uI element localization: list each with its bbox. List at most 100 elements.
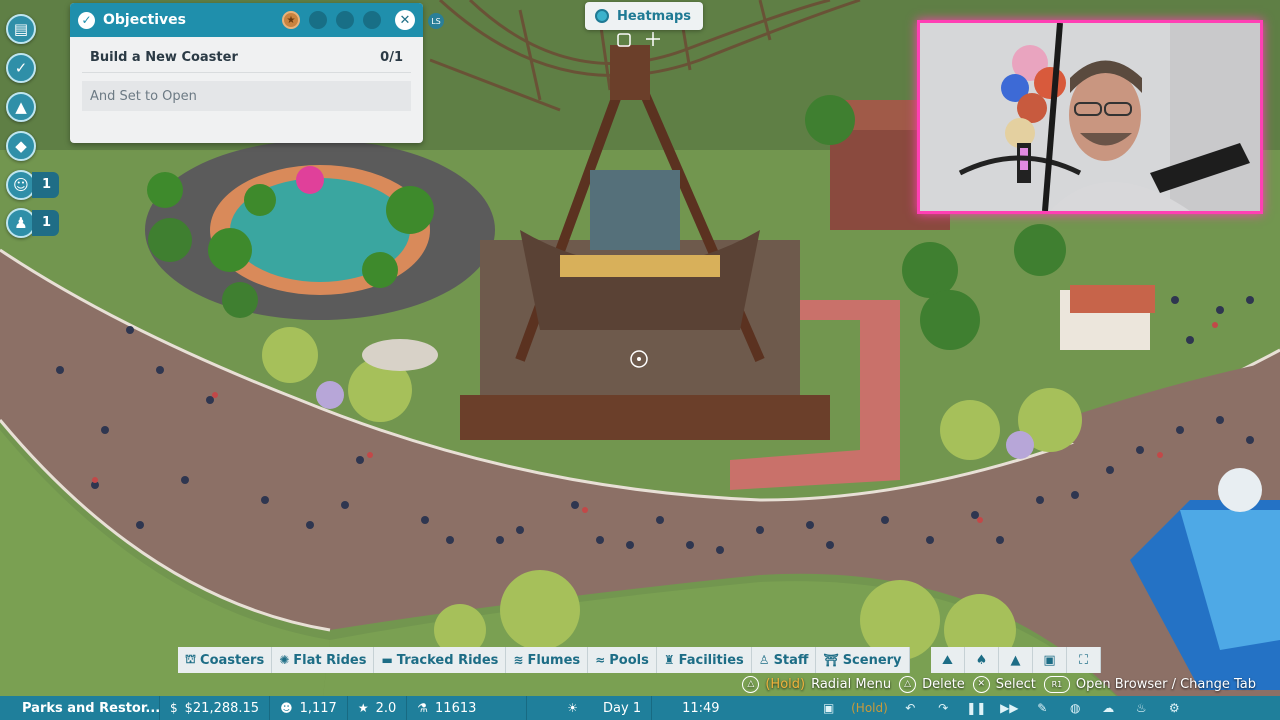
checkmark-icon: ✓: [14, 59, 28, 77]
star-icon: ★: [357, 701, 369, 715]
clipboard-icon: ▤: [13, 20, 29, 38]
objective-goal: Build a New Coaster: [90, 50, 238, 65]
camera-mode-icon[interactable]: ▣: [812, 696, 845, 720]
tab-label: Coasters: [200, 652, 265, 668]
scenario-button[interactable]: ▲: [6, 92, 36, 122]
r1-button-icon: R1: [1043, 675, 1070, 693]
coins-icon: $: [170, 701, 178, 715]
heatmap-icon: [595, 9, 609, 23]
mountain-icon: ▲: [1010, 652, 1021, 668]
heatmaps-label: Heatmaps: [617, 8, 692, 24]
time-controls: ▣ (Hold) ↶ ↷ ❚❚ ▶▶ ✎ ◍ ☁ ♨ ⚙: [812, 696, 1191, 720]
research-display[interactable]: ⚗ 11613: [407, 696, 528, 720]
pool-icon: ≈: [595, 653, 606, 667]
park-name[interactable]: Parks and Restor...: [0, 696, 160, 720]
left-toolbar: ▤ ✓ ▲ ◆ ☺ 1 ♟ 1: [6, 14, 66, 246]
tab-tracked-rides[interactable]: ▬ Tracked Rides: [374, 647, 507, 673]
flask-icon: ⚗: [417, 701, 429, 715]
hint-open-browser: R1 Open Browser / Change Tab: [1043, 675, 1256, 693]
pause-button[interactable]: ❚❚: [960, 696, 993, 720]
tab-pools[interactable]: ≈ Pools: [588, 647, 657, 673]
blueprint-tool-button[interactable]: ▣: [1033, 647, 1067, 673]
flume-icon: ≋: [513, 653, 524, 667]
guest-count-display[interactable]: ☻ 1,117: [270, 696, 348, 720]
guest-face-icon: ☺: [13, 176, 29, 194]
settings-icon[interactable]: ⚙: [1158, 696, 1191, 720]
tab-staff[interactable]: ♙ Staff: [751, 647, 817, 673]
triangle-button-icon: △: [742, 675, 760, 693]
guests-icon: ☻: [280, 701, 293, 715]
flat-ride-icon: ✺: [279, 653, 290, 667]
hold-label: (Hold): [765, 676, 806, 692]
close-button[interactable]: ✕: [395, 10, 415, 30]
thermometer-icon[interactable]: ♨: [1125, 696, 1158, 720]
facilities-icon: ♜: [663, 653, 675, 667]
money-display[interactable]: $ $21,288.15: [160, 696, 271, 720]
build-category-bar: ⛫ Coasters ✺ Flat Rides ▬ Tracked Rides …: [178, 647, 910, 673]
terrain-icon: ⛰: [942, 652, 953, 668]
park-rating-display[interactable]: ★ 2.0: [348, 696, 408, 720]
tab-label: Facilities: [678, 652, 744, 668]
date-display: ☀ Day 1: [527, 696, 653, 720]
bell-icon: ◆: [15, 137, 27, 155]
hint-label: Select: [995, 676, 1036, 692]
redo-button[interactable]: ↷: [927, 696, 960, 720]
objectives-title: Objectives: [103, 12, 186, 28]
expand-icon: ⛶: [1078, 652, 1089, 668]
checkmark-icon: ✓: [78, 11, 95, 29]
objectives-panel: ✓ Objectives ★ ✕ Build a New Coaster 0/1…: [70, 3, 423, 143]
undo-button[interactable]: ↶: [894, 696, 927, 720]
objective-slot: [309, 11, 327, 29]
hint-delete: △ Delete: [899, 675, 965, 693]
objective-progress: 0/1: [380, 50, 403, 65]
l3-button-badge: LS: [428, 13, 444, 29]
objective-subgoal: And Set to Open: [90, 88, 197, 104]
park-name-label: Parks and Restor...: [22, 700, 161, 716]
guest-count-value: 1,117: [299, 700, 337, 716]
expand-tool-button[interactable]: ⛶: [1067, 647, 1101, 673]
staff-alert-count: 1: [32, 210, 60, 236]
edit-icon[interactable]: ✎: [1026, 696, 1059, 720]
path-tool-button[interactable]: ♠: [965, 647, 999, 673]
objective-slot: [336, 11, 354, 29]
tab-facilities[interactable]: ♜ Facilities: [656, 647, 752, 673]
hint-label: Open Browser / Change Tab: [1075, 676, 1256, 692]
notifications-button[interactable]: ◆: [6, 131, 36, 161]
landscape-tool-button[interactable]: ▲: [999, 647, 1033, 673]
park-management-button[interactable]: ▤: [6, 14, 36, 44]
objective-slot: [363, 11, 381, 29]
tab-flumes[interactable]: ≋ Flumes: [506, 647, 589, 673]
sun-icon: ☀: [567, 701, 579, 715]
blueprint-icon: ▣: [1043, 652, 1056, 668]
triangle-button-icon: △: [899, 675, 917, 693]
time-value: 11:49: [682, 700, 720, 716]
tab-label: Pools: [609, 652, 649, 668]
path-icon: ♠: [975, 652, 988, 668]
tab-coasters[interactable]: ⛫ Coasters: [178, 647, 273, 673]
group-icon: ♟: [14, 214, 28, 232]
scenery-icon: ⛩: [823, 653, 839, 667]
weather-icon[interactable]: ☁: [1092, 696, 1125, 720]
day-value: Day 1: [603, 700, 642, 716]
controller-hints: △ (Hold) Radial Menu △ Delete ✕ Select R…: [742, 674, 1256, 694]
hint-select: ✕ Select: [972, 675, 1036, 693]
streamer-webcam: [917, 20, 1263, 214]
terrain-tool-button[interactable]: ⛰: [931, 647, 965, 673]
tab-label: Flat Rides: [293, 652, 367, 668]
tab-label: Tracked Rides: [396, 652, 499, 668]
time-display: 11:49: [652, 696, 812, 720]
money-value: $21,288.15: [184, 700, 260, 716]
heatmaps-button[interactable]: Heatmaps: [585, 2, 704, 30]
staff-icon: ♙: [758, 653, 770, 667]
tracked-ride-icon: ▬: [381, 653, 393, 667]
objective-item[interactable]: Build a New Coaster 0/1: [82, 43, 411, 73]
tab-scenery[interactable]: ⛩ Scenery: [816, 647, 910, 673]
tab-label: Scenery: [842, 652, 902, 668]
objectives-button[interactable]: ✓: [6, 53, 36, 83]
park-rating-value: 2.0: [375, 700, 397, 716]
cross-button-icon: ✕: [972, 675, 990, 693]
globe-icon[interactable]: ◍: [1059, 696, 1092, 720]
tab-flat-rides[interactable]: ✺ Flat Rides: [272, 647, 375, 673]
mountain-icon: ▲: [15, 98, 27, 116]
play-speed-button[interactable]: ▶▶: [993, 696, 1026, 720]
